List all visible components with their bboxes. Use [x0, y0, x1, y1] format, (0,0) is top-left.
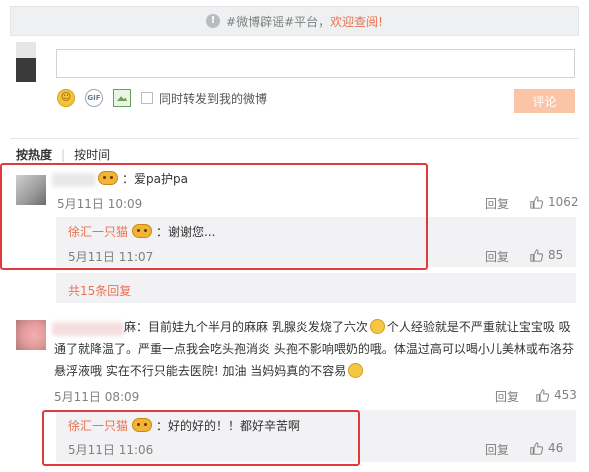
gif-icon[interactable]: GIF — [85, 89, 103, 107]
notice-text: #微博辟谣#平台， — [226, 14, 331, 29]
username-blurred[interactable] — [52, 322, 124, 336]
info-icon: ! — [206, 14, 221, 28]
tab-sort-time[interactable]: 按时间 — [74, 146, 110, 163]
notice-link[interactable]: 欢迎查阅! — [330, 13, 383, 30]
sub-like-button[interactable]: 85 — [530, 248, 563, 262]
like-count: 85 — [548, 248, 564, 262]
more-replies-box — [56, 273, 576, 303]
rumor-notice-bar: ! #微博辟谣#平台， 欢迎查阅! — [10, 6, 579, 36]
highlight-box — [42, 410, 360, 466]
comment-time: 5月11日 08:09 — [54, 390, 140, 404]
like-count: 1062 — [548, 195, 579, 209]
comment-input[interactable] — [56, 49, 575, 78]
sub-reply-button[interactable]: 回复 — [485, 248, 509, 265]
like-button[interactable]: 1062 — [530, 195, 579, 209]
like-count: 453 — [554, 388, 577, 402]
highlight-box — [0, 163, 428, 270]
smile-icon[interactable]: ☺ — [57, 89, 75, 107]
avatar[interactable] — [16, 320, 46, 350]
comment-text: 麻：目前娃九个半月的麻麻 乳腺炎发烧了六次 个人经验就是不严重就让宝宝吸 吸 — [124, 319, 571, 334]
tab-sort-hot[interactable]: 按热度 — [16, 146, 52, 163]
thumb-up-icon — [530, 441, 543, 455]
reply-button[interactable]: 回复 — [485, 195, 509, 212]
thumb-up-icon — [536, 388, 549, 402]
thumb-up-icon — [530, 248, 543, 262]
divider — [10, 138, 579, 139]
sync-label: 同时转发到我的微博 — [159, 91, 268, 106]
image-icon[interactable] — [113, 89, 131, 107]
sub-reply-button[interactable]: 回复 — [485, 441, 509, 458]
emoji-icon — [348, 363, 364, 378]
comment-text-line: 通了就降温了。严重一点我会吃头孢消炎 头孢不影响喂奶的哦。体温过高可以喝小儿美林… — [54, 342, 574, 356]
like-button[interactable]: 453 — [536, 388, 577, 402]
sync-checkbox[interactable] — [141, 92, 153, 104]
thumb-up-icon — [530, 195, 543, 209]
composer-toolbar: ☺ GIF 同时转发到我的微博 — [57, 88, 267, 108]
comment-text-line: 悬浮液哦 实在不行只能去医院! 加油 当妈妈真的不容易 — [54, 362, 365, 380]
tab-separator: | — [61, 147, 66, 162]
my-avatar — [16, 42, 36, 82]
emoji-icon — [369, 319, 385, 334]
more-replies-link[interactable]: 共15条回复 — [68, 282, 131, 299]
sub-like-button[interactable]: 46 — [530, 441, 563, 455]
like-count: 46 — [548, 441, 564, 455]
submit-comment-button[interactable]: 评论 — [514, 89, 575, 113]
reply-button[interactable]: 回复 — [495, 388, 519, 405]
sort-tabs: 按热度 | 按时间 — [16, 146, 110, 163]
